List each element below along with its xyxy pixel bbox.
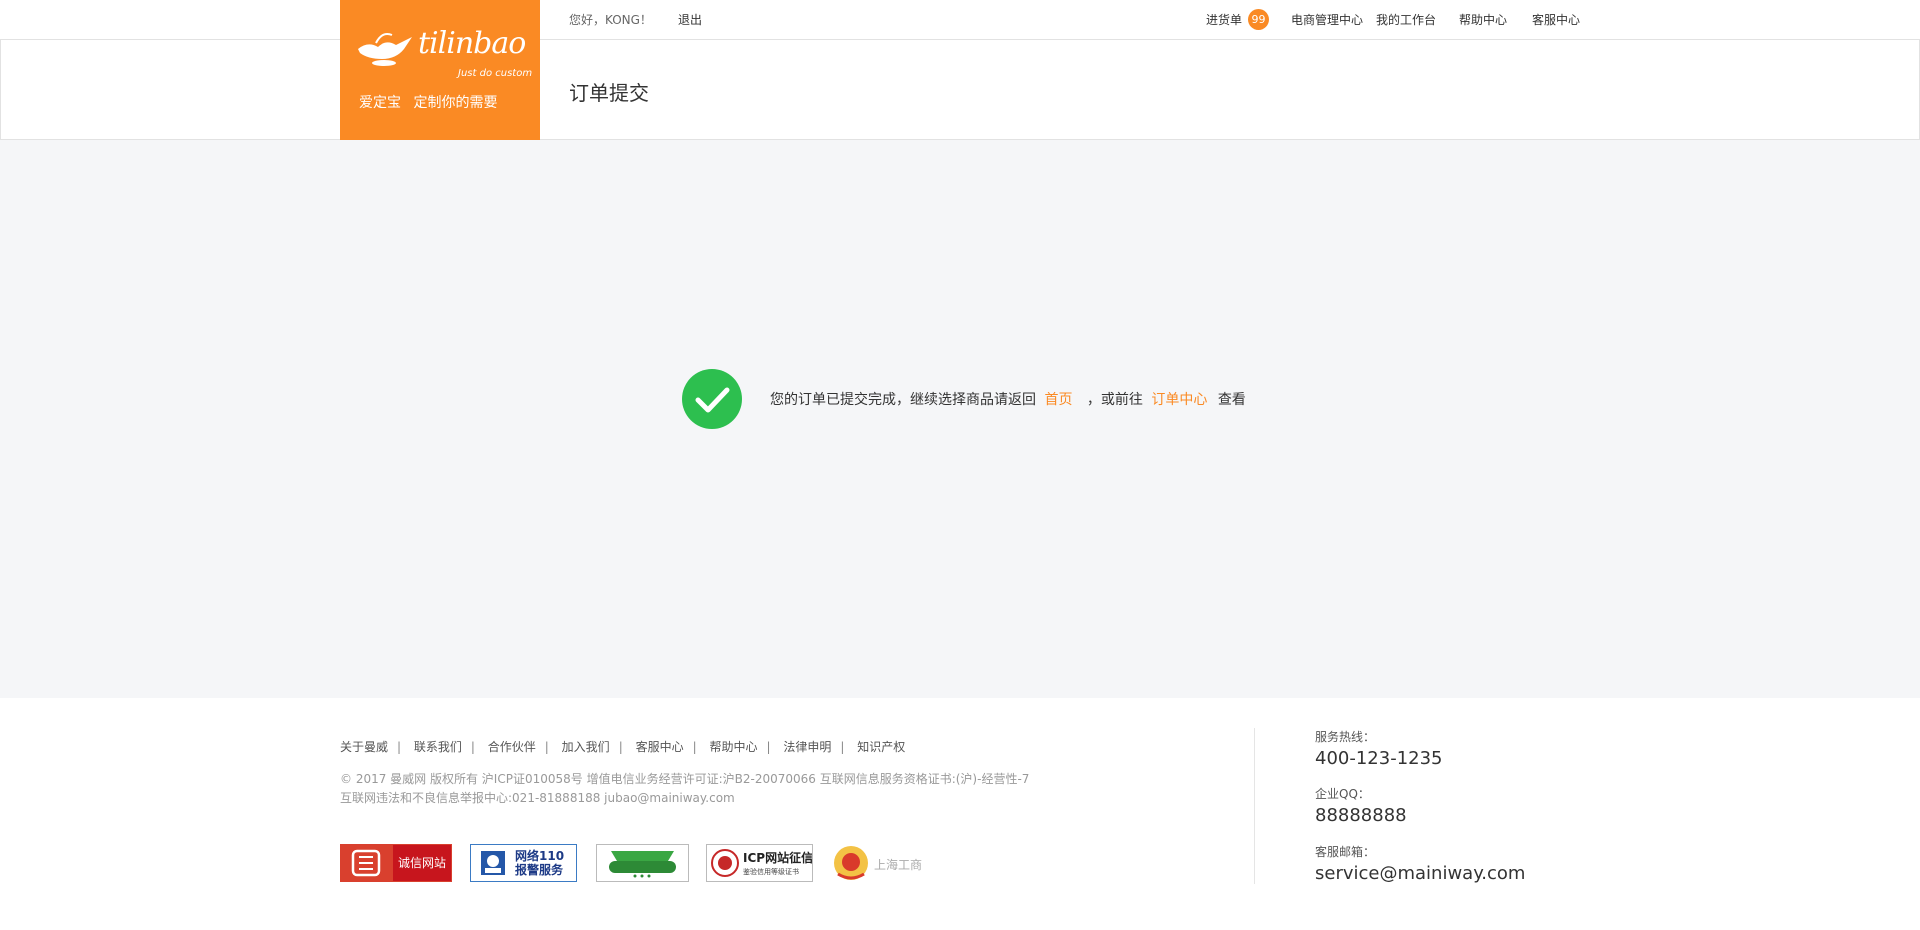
- integrity-logo-icon: [341, 845, 393, 881]
- footer-separator: |: [544, 740, 549, 754]
- qq-label: 企业QQ：: [1315, 787, 1370, 801]
- workbench-link[interactable]: 我的工作台: [1376, 11, 1436, 28]
- hotline-number: 400-123-1235: [1315, 748, 1443, 769]
- help-center-link[interactable]: 帮助中心: [1459, 11, 1507, 28]
- footer-link-contact[interactable]: 联系我们: [414, 740, 462, 754]
- logo[interactable]: tilinbao Just do custom 爱定宝 定制你的需要: [340, 0, 540, 140]
- order-center-link[interactable]: 订单中心: [1151, 392, 1207, 408]
- brand-tagline: Just do custom: [458, 68, 533, 79]
- greeting-text: 您好，KONG！: [569, 13, 652, 27]
- main-content: [0, 140, 1920, 698]
- security-alliance-badge[interactable]: [596, 844, 689, 882]
- brand-name: tilinbao: [418, 26, 526, 61]
- footer-link-about[interactable]: 关于曼威: [340, 740, 388, 754]
- footer-link-partners[interactable]: 合作伙伴: [488, 740, 536, 754]
- or-go-text: ，或前往: [1086, 392, 1143, 408]
- ecommerce-center-link[interactable]: 电商管理中心: [1291, 11, 1363, 28]
- cart-link[interactable]: 进货单: [1206, 11, 1242, 28]
- view-text: 查看: [1217, 392, 1246, 408]
- footer-link-ip[interactable]: 知识产权: [857, 740, 905, 754]
- integrity-badge-label: 诚信网站: [393, 845, 451, 881]
- security-alliance-icon: [609, 851, 676, 878]
- police-icon: [481, 851, 505, 875]
- copyright-line-2: 互联网违法和不良信息举报中心:021-81888188 jubao@mainiw…: [340, 791, 735, 805]
- success-message: 您的订单已提交完成，继续选择商品请返回 首页 ，或前往 订单中心 查看: [770, 389, 1246, 409]
- footer-link-service[interactable]: 客服中心: [636, 740, 684, 754]
- brand-slogan: 爱定宝 定制你的需要: [359, 95, 498, 111]
- footer-separator: |: [470, 740, 475, 754]
- footer-separator: |: [766, 740, 771, 754]
- footer-separator: |: [397, 740, 402, 754]
- header-bar: [0, 39, 1920, 140]
- check-circle-icon: [682, 369, 742, 429]
- genie-lamp-icon: [358, 33, 412, 66]
- top-bar: 您好，KONG！ 退出 进货单 99 电商管理中心 我的工作台 帮助中心 客服中…: [0, 0, 1920, 39]
- icp-badge-subtitle: 鉴验信用等级证书: [743, 868, 799, 876]
- icp-seal-icon: [711, 849, 739, 877]
- footer-links: 关于曼威 | 联系我们 | 合作伙伴 | 加入我们 | 客服中心 | 帮助中心 | 法律申明…: [340, 738, 905, 755]
- icp-badge-title: ICP网站征信: [743, 851, 813, 865]
- service-center-link[interactable]: 客服中心: [1532, 11, 1580, 28]
- hotline-label: 服务热线：: [1315, 730, 1376, 744]
- footer-separator: |: [692, 740, 697, 754]
- copyright-line-1: © 2017 曼威网 版权所有 沪ICP证010058号 增值电信业务经营许可证…: [340, 772, 1030, 786]
- integrity-website-badge[interactable]: 诚信网站: [340, 844, 452, 882]
- page-title: 订单提交: [569, 81, 649, 105]
- police-badge-label: 网络110 报警服务: [515, 849, 565, 877]
- icp-credit-badge[interactable]: ICP网站征信 鉴验信用等级证书: [706, 844, 813, 882]
- footer: 关于曼威 | 联系我们 | 合作伙伴 | 加入我们 | 客服中心 | 帮助中心 | 法律申明…: [0, 698, 1920, 930]
- qq-number: 88888888: [1315, 805, 1407, 826]
- police-110-badge[interactable]: 网络110 报警服务: [470, 844, 577, 882]
- footer-link-help[interactable]: 帮助中心: [709, 740, 757, 754]
- footer-separator: |: [618, 740, 623, 754]
- footer-link-join[interactable]: 加入我们: [562, 740, 610, 754]
- success-message-text: 您的订单已提交完成，继续选择商品请返回: [770, 392, 1036, 408]
- email-label: 客服邮箱：: [1315, 845, 1376, 859]
- footer-separator: |: [840, 740, 845, 754]
- service-email[interactable]: service@mainiway.com: [1315, 863, 1525, 884]
- national-emblem-icon: [834, 846, 868, 880]
- shanghai-business-label: 上海工商: [874, 858, 923, 872]
- cart-count-badge: 99: [1248, 9, 1269, 30]
- footer-divider: [1254, 728, 1255, 884]
- logout-link[interactable]: 退出: [678, 11, 702, 28]
- footer-link-legal[interactable]: 法律申明: [783, 740, 831, 754]
- home-link[interactable]: 首页: [1044, 392, 1072, 408]
- shanghai-business-badge[interactable]: 上海工商: [832, 844, 922, 882]
